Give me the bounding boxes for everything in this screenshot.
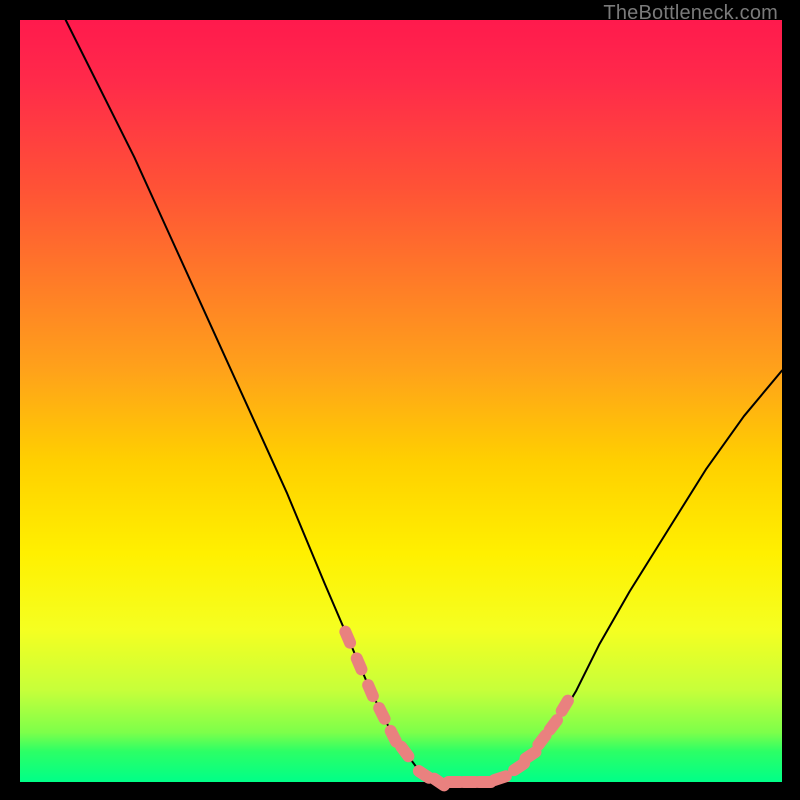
plot-area bbox=[20, 20, 782, 782]
chart-stage: TheBottleneck.com bbox=[0, 0, 800, 800]
curve-marker bbox=[337, 624, 357, 651]
curve-marker bbox=[360, 677, 380, 704]
chart-svg bbox=[20, 20, 782, 782]
curve-marker bbox=[349, 651, 369, 678]
curve-marker bbox=[371, 700, 392, 727]
marker-group bbox=[337, 624, 576, 794]
watermark-text: TheBottleneck.com bbox=[603, 2, 778, 25]
bottleneck-curve bbox=[66, 20, 782, 782]
